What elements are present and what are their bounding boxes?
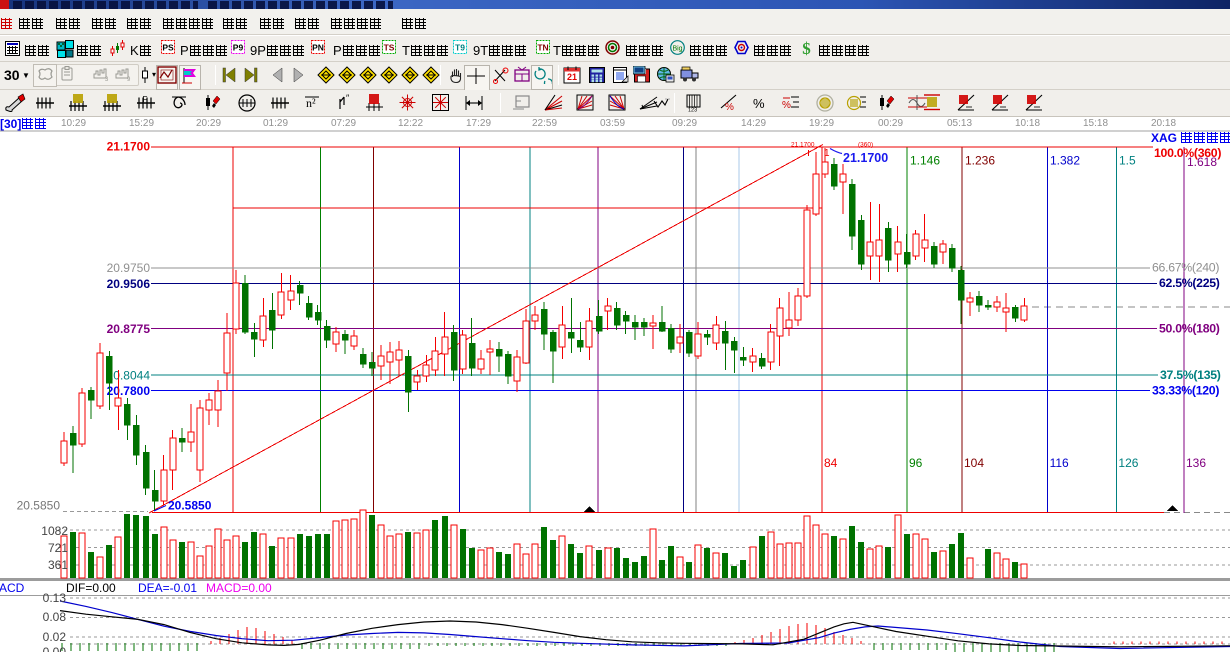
svg-text:33.33%(120): 33.33%(120): [1152, 384, 1219, 398]
svg-text:%: %: [782, 100, 791, 111]
svg-text:66.67%(240): 66.67%(240): [1152, 261, 1219, 275]
svg-text:50.0%(180): 50.0%(180): [1159, 322, 1220, 336]
svg-text:37.5%(135): 37.5%(135): [1160, 368, 1221, 382]
svg-text:PN: PN: [312, 43, 324, 53]
svg-text:0.00: 0.00: [43, 645, 67, 652]
svg-text:20:29: 20:29: [196, 118, 221, 129]
svg-text:361: 361: [48, 558, 68, 572]
svg-text:09:29: 09:29: [672, 118, 697, 129]
svg-text:1.236: 1.236: [965, 154, 995, 168]
svg-text:10:18: 10:18: [1015, 118, 1040, 129]
svg-text:12:22: 12:22: [398, 118, 423, 129]
svg-text:Big: Big: [672, 46, 682, 53]
svg-text:21.1700: 21.1700: [843, 151, 888, 165]
svg-text:%: %: [753, 96, 765, 111]
svg-text:(360): (360): [858, 142, 873, 149]
svg-text:1.382: 1.382: [1050, 154, 1080, 168]
svg-text:03:59: 03:59: [600, 118, 625, 129]
svg-text:20.5850: 20.5850: [17, 499, 61, 513]
svg-text:17:29: 17:29: [466, 118, 491, 129]
svg-text:1.146: 1.146: [910, 154, 940, 168]
svg-text:9: 9: [127, 77, 131, 82]
svg-text:DEA=-0.01: DEA=-0.01: [138, 581, 197, 595]
svg-text:20.9506: 20.9506: [107, 277, 151, 291]
svg-text:20.8775: 20.8775: [107, 322, 151, 336]
svg-text:15:18: 15:18: [1083, 118, 1108, 129]
svg-text:123: 123: [688, 108, 697, 113]
svg-text:01:29: 01:29: [263, 118, 288, 129]
svg-text:0.02: 0.02: [43, 630, 67, 644]
svg-text:TS: TS: [384, 43, 395, 53]
svg-text:1.5: 1.5: [1119, 154, 1136, 168]
svg-text:116: 116: [1050, 456, 1069, 470]
svg-text:MACD=0.00: MACD=0.00: [206, 581, 272, 595]
svg-text:1082: 1082: [41, 524, 68, 538]
svg-text:15:29: 15:29: [129, 118, 154, 129]
svg-text:%: %: [725, 102, 734, 112]
svg-text:136: 136: [1186, 456, 1206, 470]
svg-text:84: 84: [824, 456, 838, 470]
svg-text:MACD: MACD: [0, 581, 25, 595]
svg-text:n²: n²: [306, 96, 316, 110]
svg-text:20.8044: 20.8044: [107, 369, 151, 383]
svg-text:21: 21: [567, 72, 577, 82]
svg-text:0.08: 0.08: [43, 610, 67, 624]
svg-text:DIF=0.00: DIF=0.00: [66, 581, 116, 595]
svg-text:126: 126: [1118, 456, 1138, 470]
svg-text:TN: TN: [537, 43, 548, 53]
svg-text:10:29: 10:29: [61, 118, 86, 129]
svg-text:F: F: [143, 95, 148, 104]
svg-text:1.618: 1.618: [1187, 155, 1217, 169]
svg-text:T9: T9: [455, 43, 465, 53]
svg-text:05:13: 05:13: [947, 118, 972, 129]
svg-text:P9: P9: [233, 43, 244, 53]
svg-text:14:29: 14:29: [741, 118, 766, 129]
svg-text:96: 96: [909, 456, 923, 470]
svg-text:20.5850: 20.5850: [168, 499, 212, 513]
svg-text:20.7800: 20.7800: [107, 384, 151, 398]
svg-text:PS: PS: [162, 43, 174, 53]
svg-text:00:29: 00:29: [878, 118, 903, 129]
svg-text:20:18: 20:18: [1151, 118, 1176, 129]
svg-text:21.1700: 21.1700: [107, 140, 151, 154]
svg-text:07:29: 07:29: [331, 118, 356, 129]
svg-text:1: 1: [824, 148, 830, 159]
svg-text:″: ″: [346, 93, 350, 103]
svg-text:721: 721: [48, 541, 68, 555]
svg-text:22:59: 22:59: [532, 118, 557, 129]
svg-text:0.13: 0.13: [43, 591, 67, 605]
svg-text:21.1700: 21.1700: [791, 142, 815, 149]
svg-text:104: 104: [964, 456, 984, 470]
svg-text:20.9750: 20.9750: [107, 261, 151, 275]
svg-text:3: 3: [105, 77, 109, 82]
svg-text:19:29: 19:29: [809, 118, 834, 129]
svg-text:62.5%(225): 62.5%(225): [1159, 276, 1220, 290]
svg-text:$: $: [802, 40, 811, 56]
